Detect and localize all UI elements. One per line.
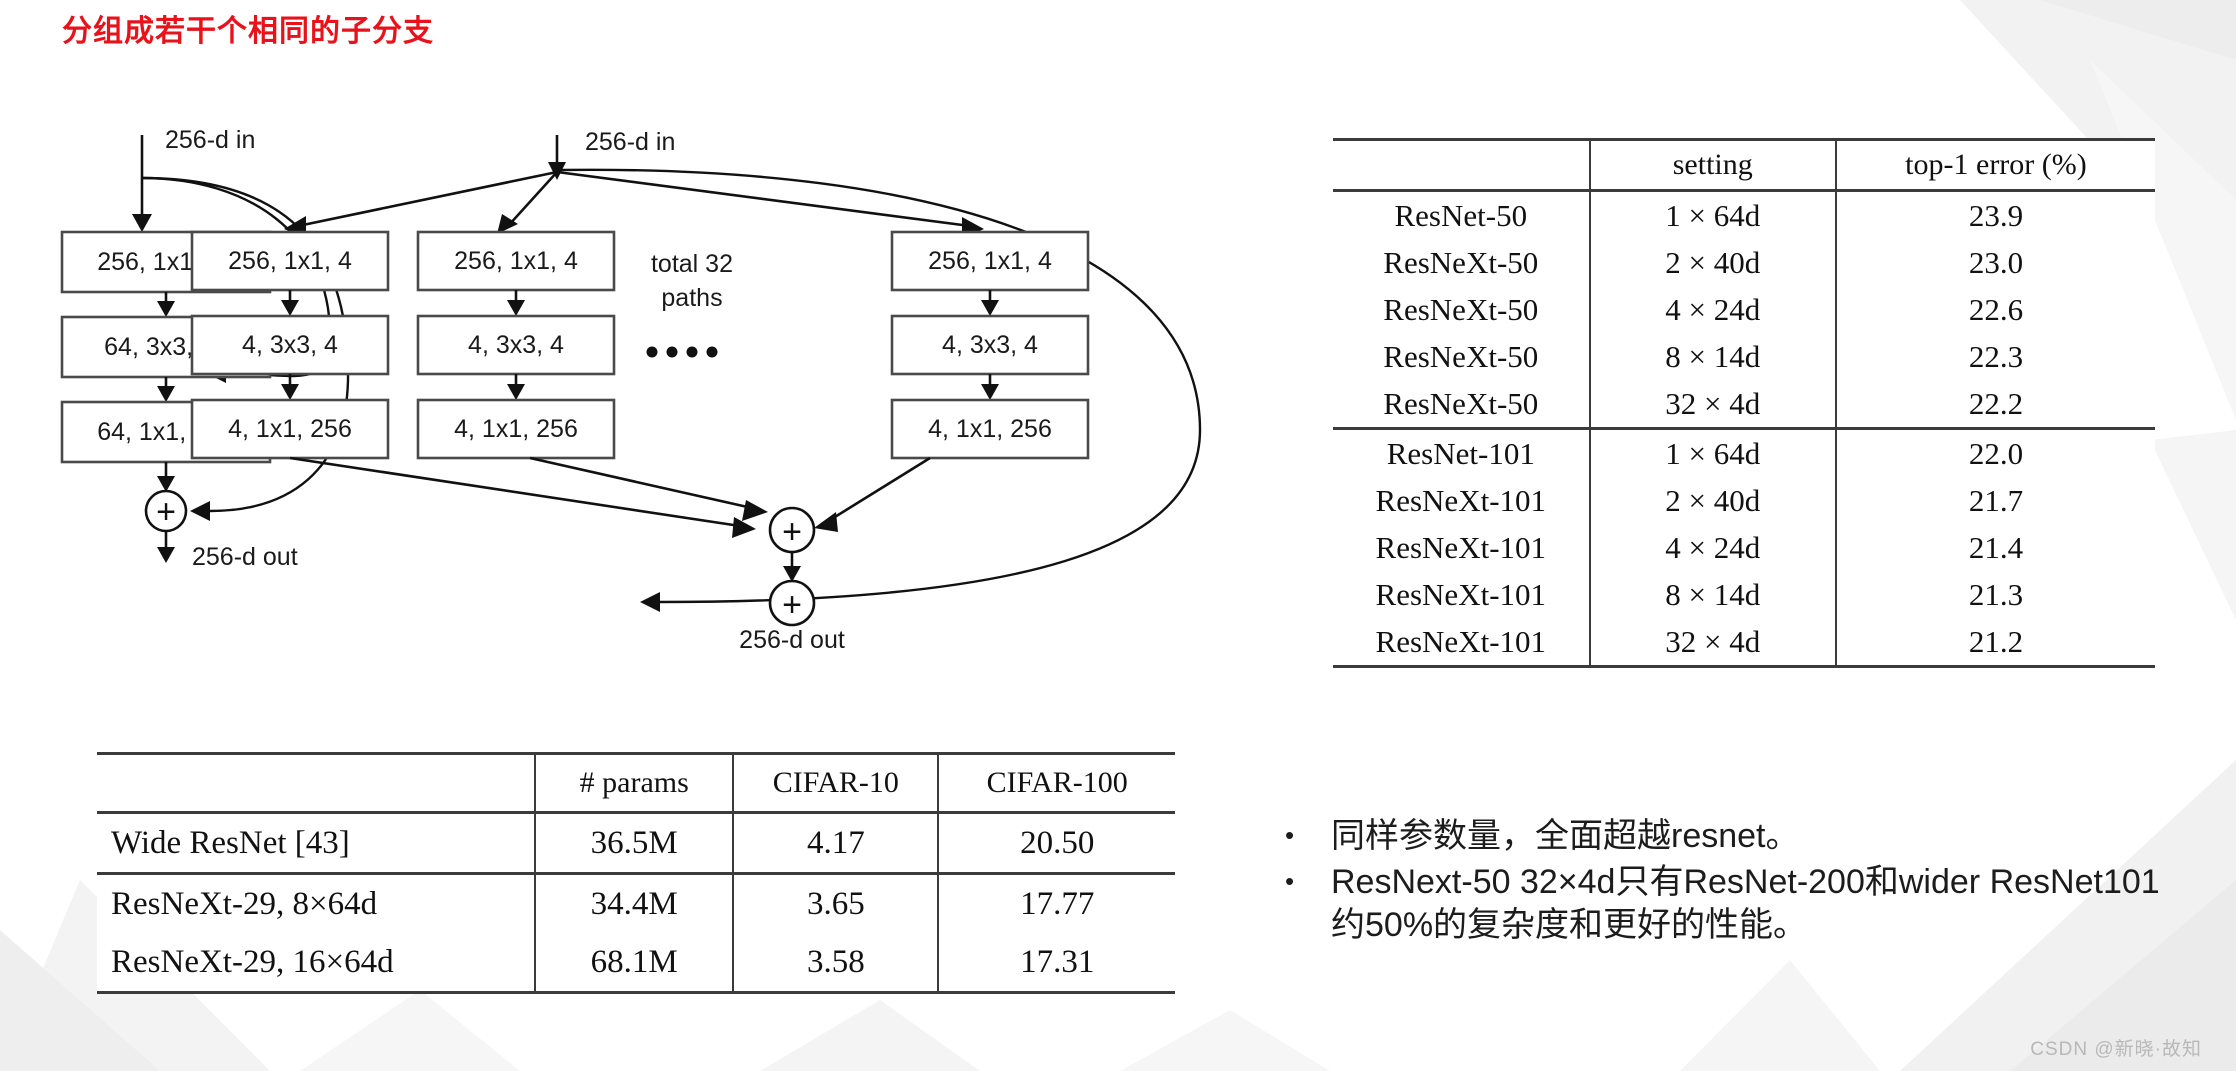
cell-cifar100: 20.50	[937, 812, 1175, 874]
cell-error: 21.7	[1968, 482, 2024, 518]
paths-note-line2: paths	[661, 284, 722, 312]
imagenet-results-table: setting top-1 error (%) ResNet-50 1 × 64…	[1333, 138, 2155, 668]
cell-setting: 8 × 14d	[1588, 571, 1837, 618]
resnext-branch-2: 256, 1x1, 4 4, 3x3, 4 4, 1x1, 256	[814, 230, 1090, 532]
imagenet-header-setting: setting	[1588, 138, 1837, 192]
cell-model: ResNeXt-50	[1383, 338, 1539, 374]
table-row: ResNeXt-50 2 × 40d 23.0	[1333, 239, 2155, 286]
cell-model: ResNeXt-50	[1383, 385, 1539, 421]
cell-model: ResNeXt-29, 8×64d	[97, 872, 536, 933]
cell-setting: 1 × 64d	[1588, 427, 1837, 477]
cell-error: 21.3	[1968, 576, 2024, 612]
cell-error: 21.2	[1835, 618, 2155, 668]
cell-cifar10: 3.58	[732, 933, 939, 994]
cell-error: 22.2	[1968, 385, 2024, 421]
resnext-b2-box0-label: 256, 1x1, 4	[928, 247, 1052, 275]
cell-model: ResNeXt-29, 16×64d	[97, 933, 536, 994]
table-row: ResNeXt-101 4 × 24d 21.4	[1333, 524, 2155, 571]
table-row: ResNeXt-50 8 × 14d 22.3	[1333, 333, 2155, 380]
cifar-header-c10: CIFAR-10	[732, 752, 939, 814]
branch-ellipsis	[646, 346, 718, 358]
paths-note-line1: total 32	[651, 250, 733, 278]
cell-params: 36.5M	[534, 812, 734, 874]
cifar-header-model	[97, 752, 536, 814]
resnet-add-symbol: +	[156, 493, 176, 531]
cell-error: 23.9	[1968, 197, 2024, 233]
table-header-row: # params CIFAR-10 CIFAR-100	[97, 752, 1175, 814]
cell-params: 34.4M	[534, 872, 734, 933]
table-row: ResNeXt-29, 8×64d 34.4M 3.65 17.77	[97, 872, 1175, 933]
cell-error: 21.4	[1968, 529, 2024, 565]
resnext-b1-box0-label: 256, 1x1, 4	[454, 247, 578, 275]
cell-error: 22.6	[1968, 291, 2024, 327]
cell-model: ResNeXt-50	[1383, 244, 1539, 280]
cell-cifar10: 3.65	[732, 872, 939, 933]
imagenet-header-model	[1333, 138, 1590, 192]
cell-setting: 1 × 64d	[1588, 190, 1837, 239]
slide-canvas: 分组成若干个相同的子分支 256-d in 256, 1x1, 64 64, 3…	[0, 0, 2236, 1071]
table-header-row: setting top-1 error (%)	[1333, 138, 2155, 192]
table-row: ResNeXt-50 32 × 4d 22.2	[1333, 380, 2155, 429]
cell-setting: 32 × 4d	[1588, 380, 1837, 429]
cell-setting: 32 × 4d	[1588, 618, 1837, 668]
cell-error: 23.0	[1968, 244, 2024, 280]
resnext-b1-box1-label: 4, 3x3, 4	[468, 331, 564, 359]
left-in-label: 256-d in	[165, 130, 255, 154]
cell-model: ResNet-101	[1333, 427, 1590, 477]
cell-cifar10: 4.17	[732, 812, 939, 874]
cell-model: ResNet-50	[1394, 197, 1528, 233]
cell-model: Wide ResNet [43]	[111, 824, 350, 861]
table-row: ResNeXt-101 2 × 40d 21.7	[1333, 477, 2155, 524]
table-row: ResNet-50 1 × 64d 23.9	[1333, 190, 2155, 239]
bullet-marker-icon: •	[1285, 820, 1295, 850]
resnext-b0-box1-label: 4, 3x3, 4	[242, 331, 338, 359]
resnext-b0-box0-label: 256, 1x1, 4	[228, 247, 352, 275]
cell-error: 22.0	[1835, 427, 2155, 477]
cifar-results-table: # params CIFAR-10 CIFAR-100 Wide ResNet …	[97, 752, 1175, 994]
bullet-text: 同样参数量，全面超越resnet。	[1331, 817, 1800, 855]
table-row: ResNeXt-50 4 × 24d 22.6	[1333, 286, 2155, 333]
right-in-label: 256-d in	[585, 130, 675, 156]
page-title: 分组成若干个相同的子分支	[62, 15, 434, 48]
cell-model: ResNeXt-101	[1333, 618, 1590, 668]
cifar-header-params: # params	[534, 752, 734, 814]
cell-model: ResNeXt-101	[1375, 576, 1547, 612]
csdn-watermark: CSDN @新晓·故知	[2030, 1039, 2202, 1060]
cell-setting: 2 × 40d	[1588, 477, 1837, 524]
table-row: Wide ResNet [43] 36.5M 4.17 20.50	[97, 812, 1175, 874]
table-row: ResNet-101 1 × 64d 22.0	[1333, 427, 2155, 477]
cell-cifar100: 17.31	[937, 933, 1175, 994]
cell-model: ResNeXt-101	[1375, 529, 1547, 565]
cell-setting: 4 × 24d	[1588, 286, 1837, 333]
resnext-b0-box2-label: 4, 1x1, 256	[228, 415, 352, 443]
bullet-list: • 同样参数量，全面超越resnet。 • ResNext-50 32×4d只有…	[1285, 815, 2175, 950]
cell-cifar100: 17.77	[937, 872, 1175, 933]
table-row: ResNeXt-29, 16×64d 68.1M 3.58 17.31	[97, 933, 1175, 994]
cell-model: ResNeXt-50	[1383, 291, 1539, 327]
cell-setting: 4 × 24d	[1588, 524, 1837, 571]
cell-setting: 8 × 14d	[1588, 333, 1837, 380]
right-out-label: 256-d out	[739, 626, 845, 650]
cell-error: 22.3	[1968, 338, 2024, 374]
cell-model: ResNeXt-101	[1375, 482, 1547, 518]
cell-params: 68.1M	[534, 933, 734, 994]
cifar-header-c100: CIFAR-100	[937, 752, 1175, 814]
cell-setting: 2 × 40d	[1588, 239, 1837, 286]
resnext-block-diagram: 256-d in 256, 1x1, 64 64, 3x3, 64 64, 1x…	[60, 130, 1202, 650]
left-out-label: 256-d out	[192, 543, 298, 571]
resnext-add-symbol-2: +	[782, 586, 802, 624]
resnext-block-group: 256-d in 256, 1x1, 4 4, 3x3, 4 4, 1x1, 2…	[190, 130, 1202, 650]
bullet-text: ResNext-50 32×4d只有ResNet-200和wider ResNe…	[1331, 862, 2160, 945]
bullet-marker-icon: •	[1285, 865, 1295, 896]
imagenet-header-error: top-1 error (%)	[1835, 138, 2155, 192]
list-item: • ResNext-50 32×4d只有ResNet-200和wider Res…	[1285, 861, 2175, 948]
resnext-b2-box1-label: 4, 3x3, 4	[942, 331, 1038, 359]
list-item: • 同样参数量，全面超越resnet。	[1285, 815, 2175, 859]
resnext-add-symbol-1: +	[782, 513, 802, 551]
table-row: ResNeXt-101 32 × 4d 21.2	[1333, 618, 2155, 668]
table-row: ResNeXt-101 8 × 14d 21.3	[1333, 571, 2155, 618]
resnext-b1-box2-label: 4, 1x1, 256	[454, 415, 578, 443]
resnext-b2-box2-label: 4, 1x1, 256	[928, 415, 1052, 443]
